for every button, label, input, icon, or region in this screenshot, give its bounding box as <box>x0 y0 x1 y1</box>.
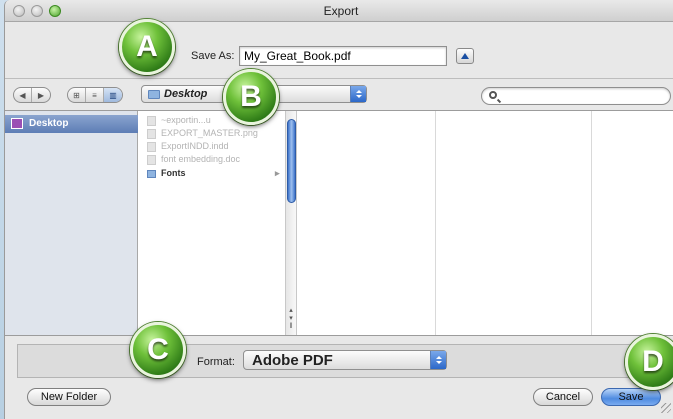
column-view-button[interactable]: ▥ <box>104 88 122 102</box>
sidebar-item-label: Desktop <box>29 118 69 129</box>
search-icon <box>489 91 497 99</box>
sidebar-item-desktop[interactable]: Desktop <box>5 115 138 133</box>
sidebar: Desktop <box>5 111 138 335</box>
file-name: ~exportin...u <box>161 115 211 125</box>
callout-badge-d: D <box>625 334 673 390</box>
browser-toolbar: ◀ ▶ ⊞ ≡ ▥ Desktop <box>5 78 673 110</box>
indesign-file-icon <box>147 142 156 152</box>
list-item[interactable]: ~exportin...u <box>147 115 211 127</box>
save-as-input[interactable] <box>239 46 447 66</box>
scrollbar-thumb[interactable] <box>287 119 296 203</box>
folder-icon <box>147 170 156 178</box>
list-view-button[interactable]: ≡ <box>86 88 104 102</box>
file-name: EXPORT_MASTER.png <box>161 128 258 138</box>
column-divider[interactable] <box>591 111 592 335</box>
format-popup[interactable]: Adobe PDF <box>243 350 447 370</box>
save-as-label: Save As: <box>191 50 235 62</box>
callout-badge-a: A <box>119 19 175 75</box>
document-icon <box>147 155 156 165</box>
file-browser: Desktop ~exportin...u EXPORT_MASTER.png … <box>5 110 673 336</box>
scroll-arrows-icon[interactable]: ▴ ▾ ‖ <box>286 307 296 331</box>
chevron-right-icon: ▸ <box>275 168 280 178</box>
document-icon <box>147 116 156 126</box>
format-value: Adobe PDF <box>252 352 333 369</box>
search-field[interactable] <box>481 87 671 105</box>
resize-grip-icon[interactable] <box>661 403 671 413</box>
list-item[interactable]: ExportINDD.indd <box>147 141 229 153</box>
list-item[interactable]: font embedding.doc <box>147 154 240 166</box>
view-mode-control: ⊞ ≡ ▥ <box>67 87 123 103</box>
cancel-button[interactable]: Cancel <box>533 388 593 406</box>
callout-badge-b: B <box>223 69 279 125</box>
image-file-icon <box>147 129 156 139</box>
desktop-icon <box>11 118 23 129</box>
icon-view-button[interactable]: ⊞ <box>68 88 86 102</box>
back-forward-control: ◀ ▶ <box>13 87 51 103</box>
file-name: Fonts <box>161 168 186 178</box>
folder-icon <box>148 90 160 99</box>
new-folder-button[interactable]: New Folder <box>27 388 111 406</box>
list-item[interactable]: EXPORT_MASTER.png <box>147 128 258 140</box>
save-as-row: Save As: <box>5 22 673 78</box>
window-title: Export <box>323 4 359 18</box>
callout-badge-c: C <box>130 322 186 378</box>
popup-arrows-icon <box>350 86 366 102</box>
location-value: Desktop <box>164 88 208 100</box>
back-button[interactable]: ◀ <box>14 88 32 102</box>
file-name: font embedding.doc <box>161 154 241 164</box>
triangle-up-icon <box>461 53 469 59</box>
popup-arrows-icon <box>430 351 446 369</box>
file-name: ExportINDD.indd <box>161 141 229 151</box>
format-label: Format: <box>197 356 235 368</box>
title-bar: Export <box>5 0 673 22</box>
vertical-scrollbar[interactable]: ▴ ▾ ‖ <box>285 111 297 335</box>
save-button[interactable]: Save <box>601 388 661 406</box>
collapse-dialog-button[interactable] <box>456 48 474 64</box>
forward-button[interactable]: ▶ <box>32 88 50 102</box>
file-column: ~exportin...u EXPORT_MASTER.png ExportIN… <box>139 111 285 335</box>
list-item[interactable]: Fonts ▸ <box>147 168 280 180</box>
column-divider[interactable] <box>435 111 436 335</box>
export-dialog: Export Save As: ◀ ▶ ⊞ ≡ ▥ Desktop <box>4 0 673 419</box>
